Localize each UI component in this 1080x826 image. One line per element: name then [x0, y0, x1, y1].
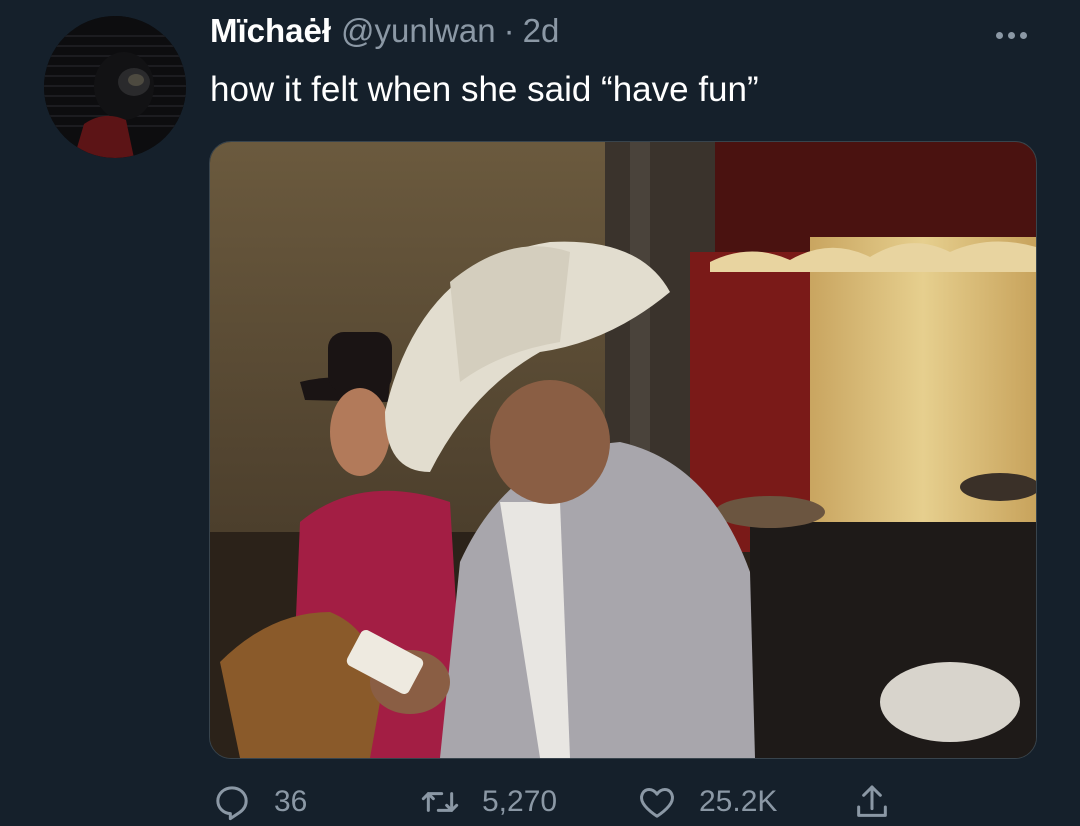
- share-icon: [857, 785, 887, 817]
- more-options-button[interactable]: [986, 20, 1036, 50]
- heart-icon: [640, 788, 674, 818]
- like-count: 25.2K: [699, 785, 778, 818]
- reply-icon: [216, 786, 248, 821]
- tweet-media[interactable]: [209, 141, 1037, 759]
- like-button[interactable]: 25.2K: [637, 778, 777, 826]
- share-button[interactable]: [852, 778, 892, 826]
- retweet-button[interactable]: 5,270: [420, 778, 557, 826]
- tweet-header: Mïchaėł @yunlwan · 2d: [210, 12, 559, 62]
- display-name[interactable]: Mïchaėł: [210, 12, 331, 50]
- tweet-text: how it felt when she said “have fun”: [210, 70, 759, 109]
- media-image: [210, 142, 1036, 758]
- more-dot-icon: [995, 31, 1003, 39]
- reply-count: 36: [274, 785, 308, 818]
- reply-button[interactable]: 36: [212, 778, 307, 826]
- more-dot-icon: [1019, 31, 1027, 39]
- more-dot-icon: [1007, 31, 1015, 39]
- user-handle[interactable]: @yunlwan: [341, 12, 496, 50]
- tweet-timestamp[interactable]: 2d: [523, 12, 560, 50]
- retweet-icon: [421, 792, 459, 812]
- separator-dot: ·: [503, 12, 515, 49]
- avatar-image: [44, 16, 186, 158]
- retweet-count: 5,270: [482, 785, 558, 818]
- avatar[interactable]: [44, 16, 186, 158]
- tweet-actions: 36 5,270 25.2K: [0, 778, 1080, 826]
